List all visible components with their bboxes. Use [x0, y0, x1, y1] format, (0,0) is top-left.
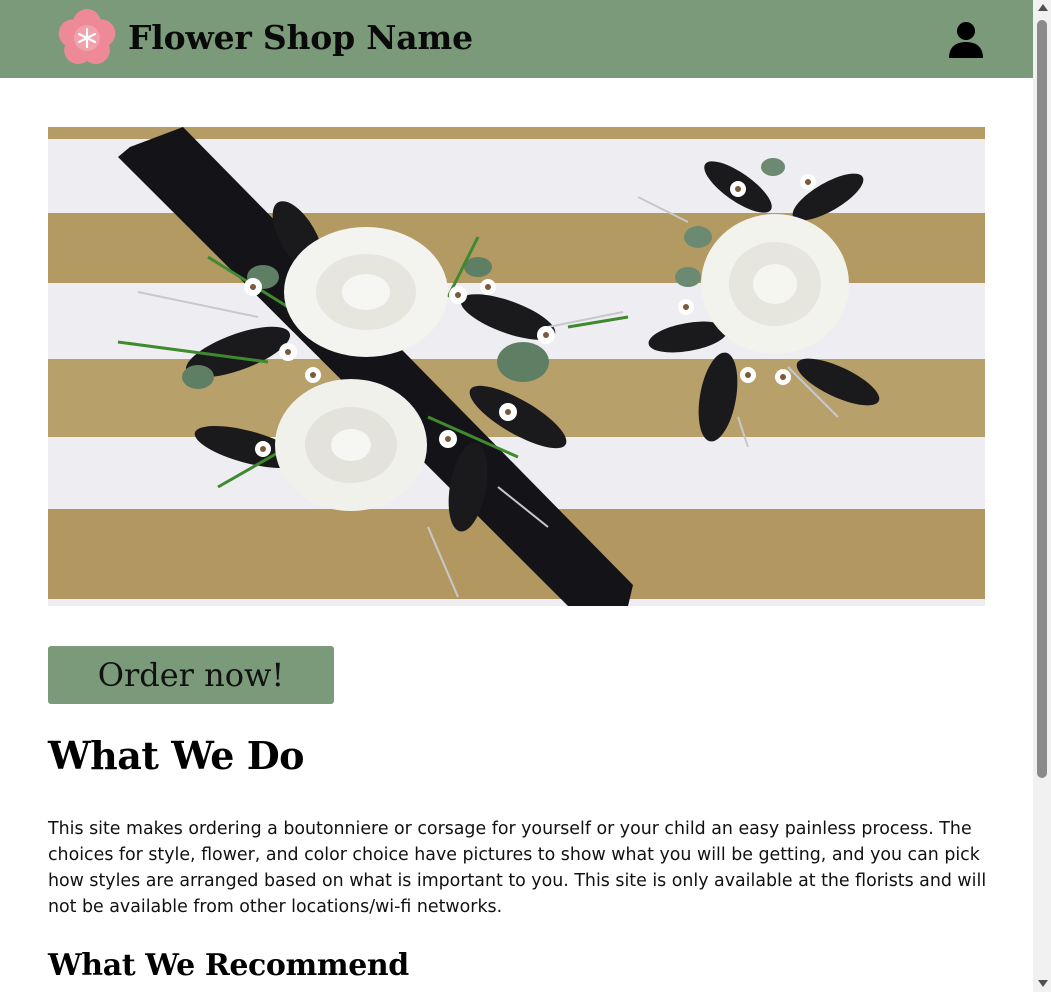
what-we-do-heading: What We Do — [48, 733, 305, 778]
scroll-up-arrow-icon[interactable] — [1038, 4, 1048, 11]
scroll-down-arrow-icon[interactable] — [1038, 980, 1048, 987]
vertical-scrollbar[interactable] — [1033, 0, 1051, 992]
order-now-button[interactable]: Order now! — [48, 646, 334, 704]
hero-corsage-image — [48, 127, 985, 606]
shop-name[interactable]: Flower Shop Name — [128, 18, 473, 57]
scroll-thumb[interactable] — [1037, 20, 1047, 778]
user-account-icon[interactable] — [947, 20, 985, 58]
site-header: Flower Shop Name — [0, 0, 1033, 78]
what-we-do-text: This site makes ordering a boutonniere o… — [48, 819, 987, 917]
what-we-recommend-heading: What We Recommend — [48, 948, 409, 983]
flower-logo-icon[interactable] — [54, 6, 120, 70]
